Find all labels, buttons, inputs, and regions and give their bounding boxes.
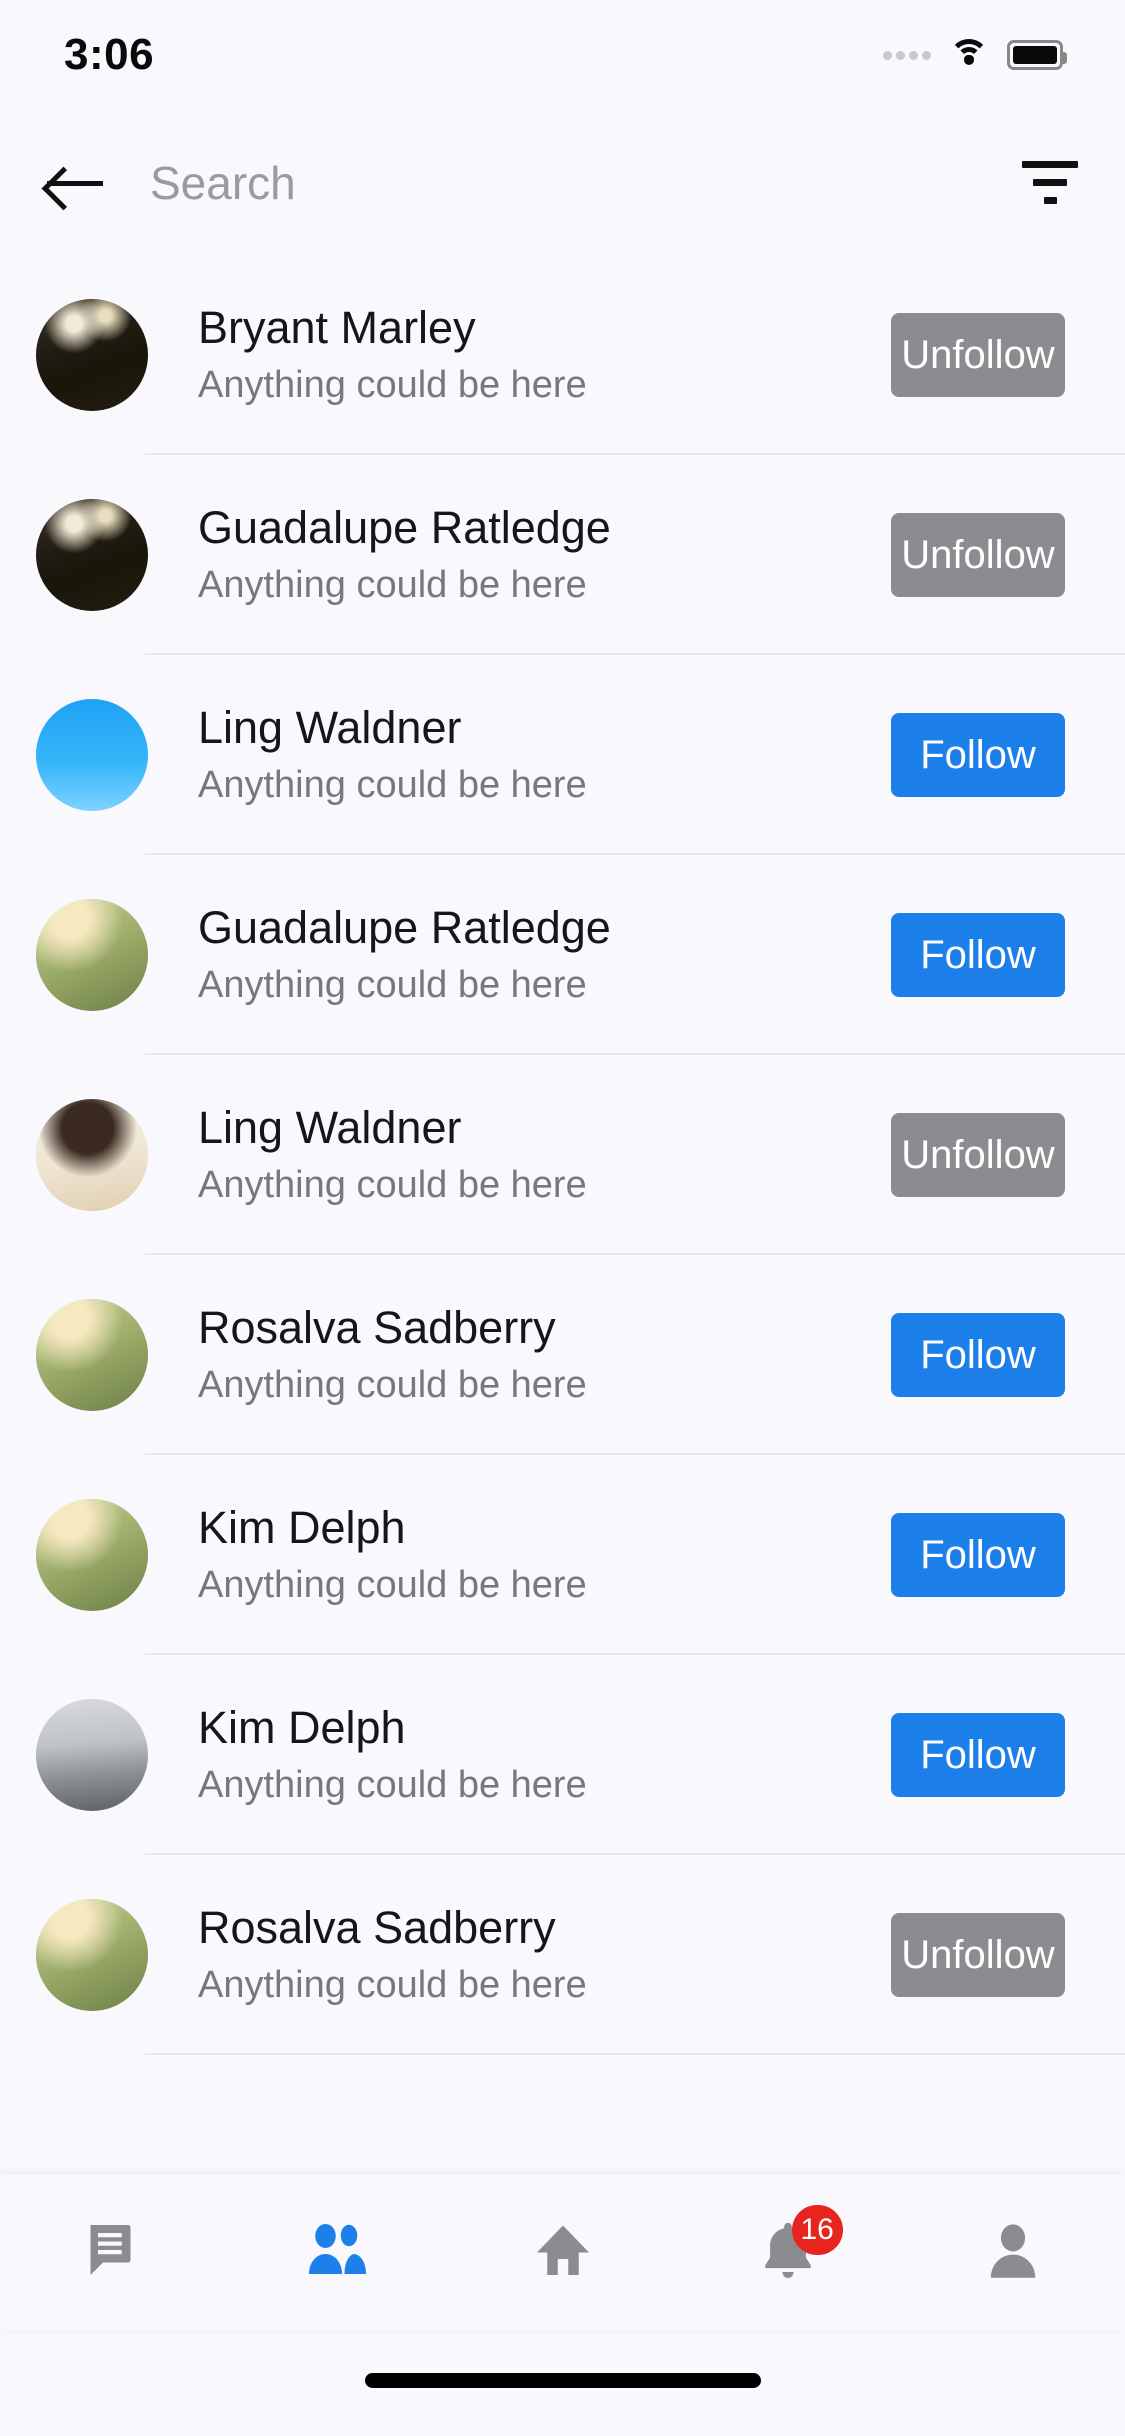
user-info: Bryant Marley Anything could be here bbox=[148, 301, 891, 408]
nav-home[interactable] bbox=[450, 2175, 675, 2330]
user-name: Guadalupe Ratledge bbox=[198, 502, 611, 554]
user-name: Kim Delph bbox=[198, 1702, 406, 1754]
filter-button[interactable] bbox=[975, 161, 1125, 204]
chat-icon bbox=[83, 2220, 143, 2285]
follow-button[interactable]: Follow bbox=[891, 1513, 1065, 1597]
profile-person-icon bbox=[984, 2220, 1042, 2285]
user-list-item[interactable]: Ling Waldner Anything could be here Follow bbox=[0, 655, 1125, 855]
nav-profile-person[interactable] bbox=[900, 2175, 1125, 2330]
user-list-item[interactable]: Ling Waldner Anything could be here Unfoll… bbox=[0, 1055, 1125, 1255]
search-input[interactable]: Search bbox=[150, 156, 975, 210]
nav-people[interactable] bbox=[225, 2175, 450, 2330]
user-list-item[interactable]: Guadalupe Ratledge Anything could be here… bbox=[0, 855, 1125, 1055]
user-list[interactable]: Bryant Marley Anything could be here Unfol… bbox=[0, 255, 1125, 2175]
user-list-item[interactable]: Bryant Marley Anything could be here Unfol… bbox=[0, 255, 1125, 455]
nav-chat[interactable] bbox=[0, 2175, 225, 2330]
unfollow-button[interactable]: Unfollow bbox=[891, 1913, 1065, 1997]
status-time: 3:06 bbox=[64, 30, 155, 79]
user-name: Bryant Marley bbox=[198, 302, 476, 354]
filter-icon-line-2 bbox=[1033, 179, 1067, 186]
wifi-icon bbox=[949, 39, 989, 71]
user-info: Kim Delph Anything could be here bbox=[148, 1501, 891, 1608]
phone-screen: 3:06 Search Bryant Marley Anything could … bbox=[0, 0, 1125, 2436]
follow-button[interactable]: Follow bbox=[891, 913, 1065, 997]
avatar[interactable] bbox=[36, 1099, 148, 1211]
user-list-item[interactable]: Kim Delph Anything could be here Follow bbox=[0, 1655, 1125, 1855]
user-list-item[interactable]: Rosalva Sadberry Anything could be here Fo… bbox=[0, 1255, 1125, 1455]
user-subtitle: Anything could be here bbox=[198, 1364, 587, 1407]
user-name: Guadalupe Ratledge bbox=[198, 902, 611, 954]
user-subtitle: Anything could be here bbox=[198, 1764, 587, 1807]
user-name: Rosalva Sadberry bbox=[198, 1902, 556, 1954]
user-name: Ling Waldner bbox=[198, 1102, 462, 1154]
user-name: Ling Waldner bbox=[198, 702, 462, 754]
battery-full-icon bbox=[1007, 40, 1067, 70]
back-button[interactable] bbox=[0, 164, 150, 202]
bottom-navigation: 16 bbox=[0, 2175, 1125, 2330]
avatar[interactable] bbox=[36, 1699, 148, 1811]
user-info: Ling Waldner Anything could be here bbox=[148, 1101, 891, 1208]
user-name: Kim Delph bbox=[198, 1502, 406, 1554]
user-subtitle: Anything could be here bbox=[198, 764, 587, 807]
app-bar: Search bbox=[0, 110, 1125, 255]
avatar[interactable] bbox=[36, 499, 148, 611]
home-icon bbox=[532, 2220, 594, 2285]
follow-button[interactable]: Follow bbox=[891, 1713, 1065, 1797]
user-info: Guadalupe Ratledge Anything could be here bbox=[148, 501, 891, 608]
user-subtitle: Anything could be here bbox=[198, 964, 587, 1007]
avatar[interactable] bbox=[36, 299, 148, 411]
user-info: Kim Delph Anything could be here bbox=[148, 1701, 891, 1808]
signal-dots-icon bbox=[883, 50, 931, 60]
filter-icon-line-1 bbox=[1022, 161, 1078, 168]
unfollow-button[interactable]: Unfollow bbox=[891, 313, 1065, 397]
nav-notification-bell[interactable]: 16 bbox=[675, 2175, 900, 2330]
user-subtitle: Anything could be here bbox=[198, 1964, 587, 2007]
avatar[interactable] bbox=[36, 1499, 148, 1611]
row-divider bbox=[145, 2053, 1125, 2055]
user-list-item[interactable]: Rosalva Sadberry Anything could be here Un… bbox=[0, 1855, 1125, 2055]
avatar[interactable] bbox=[36, 1899, 148, 2011]
status-icons bbox=[883, 39, 1067, 71]
user-subtitle: Anything could be here bbox=[198, 364, 587, 407]
unfollow-button[interactable]: Unfollow bbox=[891, 513, 1065, 597]
unfollow-button[interactable]: Unfollow bbox=[891, 1113, 1065, 1197]
user-info: Ling Waldner Anything could be here bbox=[148, 701, 891, 808]
user-subtitle: Anything could be here bbox=[198, 564, 587, 607]
user-info: Rosalva Sadberry Anything could be here bbox=[148, 1301, 891, 1408]
avatar[interactable] bbox=[36, 699, 148, 811]
user-info: Rosalva Sadberry Anything could be here bbox=[148, 1901, 891, 2008]
back-arrow-icon bbox=[47, 164, 103, 202]
avatar[interactable] bbox=[36, 899, 148, 1011]
notification-badge: 16 bbox=[791, 2205, 843, 2255]
user-info: Guadalupe Ratledge Anything could be here bbox=[148, 901, 891, 1008]
avatar[interactable] bbox=[36, 1299, 148, 1411]
filter-icon-line-3 bbox=[1043, 197, 1057, 204]
home-indicator bbox=[364, 2373, 761, 2388]
user-subtitle: Anything could be here bbox=[198, 1564, 587, 1607]
user-subtitle: Anything could be here bbox=[198, 1164, 587, 1207]
user-list-item[interactable]: Guadalupe Ratledge Anything could be here… bbox=[0, 455, 1125, 655]
user-name: Rosalva Sadberry bbox=[198, 1302, 556, 1354]
follow-button[interactable]: Follow bbox=[891, 713, 1065, 797]
follow-button[interactable]: Follow bbox=[891, 1313, 1065, 1397]
status-bar: 3:06 bbox=[0, 0, 1125, 110]
people-icon bbox=[305, 2220, 371, 2285]
user-list-item[interactable]: Kim Delph Anything could be here Follow bbox=[0, 1455, 1125, 1655]
